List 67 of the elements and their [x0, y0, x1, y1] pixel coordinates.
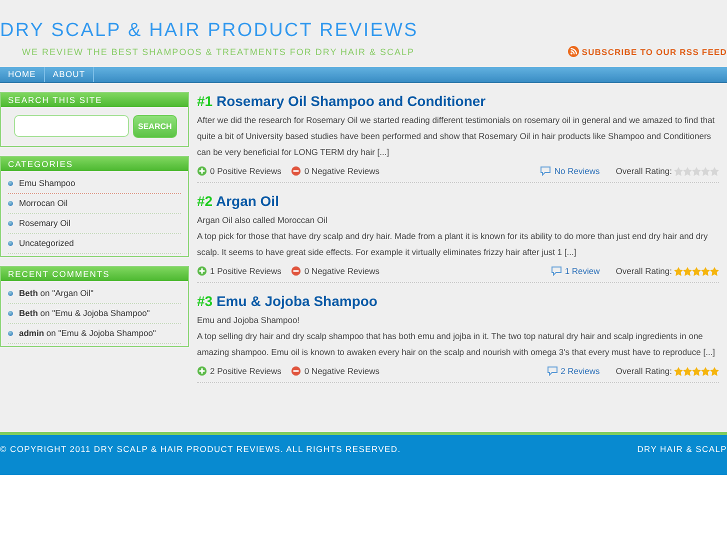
- bullet-icon: [8, 240, 13, 246]
- star-icon: [710, 366, 719, 376]
- star-icon: [683, 266, 692, 276]
- post-title[interactable]: #1 Rosemary Oil Shampoo and Conditioner: [197, 93, 719, 109]
- star-icon: [701, 366, 710, 376]
- star-icon: [692, 166, 701, 176]
- star-icon: [701, 166, 710, 176]
- star-icon: [674, 366, 683, 376]
- positive-count: 0 Positive Reviews: [210, 166, 282, 176]
- category-link[interactable]: Emu Shampoo: [19, 178, 76, 188]
- star-icon: [683, 166, 692, 176]
- comment-entry[interactable]: Beth on "Argan Oil": [19, 288, 94, 298]
- speech-bubble-icon: [546, 366, 558, 376]
- star-icon: [710, 266, 719, 276]
- star-icon: [674, 266, 683, 276]
- site-tagline: WE REVIEW THE BEST SHAMPOOS & TREATMENTS FOR DRY HAIR & SCALP: [22, 47, 416, 57]
- negative-count: 0 Negative Reviews: [304, 166, 380, 176]
- bullet-icon: [8, 220, 13, 226]
- category-link[interactable]: Uncategorized: [19, 238, 74, 248]
- post-excerpt: Emu and Jojoba Shampoo!: [197, 314, 301, 327]
- minus-icon: [291, 166, 302, 176]
- post-excerpt: A top pick for those that have dry scalp and dry hair. Made from a plant it is known for its ability to do more than just end dry hair and dry scalp. It seems to have great side effects. For example it virtually eliminates frizzy hair after just 1 [...]: [197, 230, 709, 259]
- search-field[interactable]: [14, 115, 129, 137]
- category-link[interactable]: Morrocan Oil: [19, 198, 68, 208]
- bullet-icon: [8, 310, 13, 316]
- bullet-icon: [8, 180, 13, 186]
- reviews-link[interactable]: No Reviews: [540, 166, 600, 176]
- widget-title: CATEGORIES: [1, 157, 188, 171]
- star-icon: [692, 266, 701, 276]
- positive-count: 1 Positive Reviews: [210, 266, 282, 276]
- category-link[interactable]: Rosemary Oil: [19, 218, 70, 228]
- rss-link[interactable]: SUBSCRIBE TO OUR RSS FEED: [568, 46, 727, 57]
- comment-entry[interactable]: admin on "Emu & Jojoba Shampoo": [19, 328, 156, 338]
- post-excerpt: A top selling dry hair and dry scalp shampoo that has both emu and jojba in it. The two top natural dry hair and scalp ingredients in one amazing shampoo. Emu oil is known to awaken every hair on the scalp and nourish with omega 3's that every must have to reproduce [...]: [197, 330, 716, 359]
- rating-label: Overall Rating:: [616, 266, 672, 276]
- post-title[interactable]: #3 Emu & Jojoba Shampoo: [197, 293, 719, 309]
- bullet-icon: [8, 290, 13, 296]
- minus-icon: [291, 266, 302, 276]
- speech-bubble-icon: [540, 166, 552, 176]
- negative-count: 0 Negative Reviews: [304, 366, 380, 376]
- plus-icon: [197, 266, 207, 276]
- post-title[interactable]: #2 Argan Oil: [197, 193, 719, 209]
- negative-count: 0 Negative Reviews: [304, 266, 380, 276]
- rss-icon: [568, 46, 579, 57]
- post-excerpt: After we did the research for Rosemary Oil we started reading different testimonials on rosemary oil in general and we amazed to find that quite a bit of University based studies have been performed and show that Rosemary Oil in hair products like Shampoo and Conditioners can be very beneficial for LONG TERM dry hair [...]: [197, 114, 716, 159]
- speech-bubble-icon: [550, 266, 562, 276]
- post-excerpt: Argan Oil also called Moroccan Oil: [197, 214, 328, 227]
- star-icon: [701, 266, 710, 276]
- footer-tagline: DRY HAIR & SCALP: [637, 444, 727, 456]
- rating-label: Overall Rating:: [616, 166, 672, 176]
- reviews-link[interactable]: 2 Reviews: [546, 366, 600, 376]
- star-icon: [674, 166, 683, 176]
- widget-title: RECENT COMMENTS: [1, 267, 188, 281]
- star-icon: [710, 166, 719, 176]
- reviews-link[interactable]: 1 Review: [550, 266, 600, 276]
- rating-label: Overall Rating:: [616, 366, 672, 376]
- comment-entry[interactable]: Beth on "Emu & Jojoba Shampoo": [19, 308, 150, 318]
- bullet-icon: [8, 330, 13, 336]
- copyright-text: © COPYRIGHT 2011 DRY SCALP & HAIR PRODUCT REVIEWS. ALL RIGHTS RESERVED.: [0, 444, 401, 456]
- star-icon: [692, 366, 701, 376]
- widget-title: SEARCH THIS SITE: [1, 93, 188, 107]
- plus-icon: [197, 166, 207, 176]
- star-icon: [683, 366, 692, 376]
- plus-icon: [197, 366, 207, 376]
- bullet-icon: [8, 200, 13, 206]
- positive-count: 2 Positive Reviews: [210, 366, 282, 376]
- minus-icon: [291, 366, 302, 376]
